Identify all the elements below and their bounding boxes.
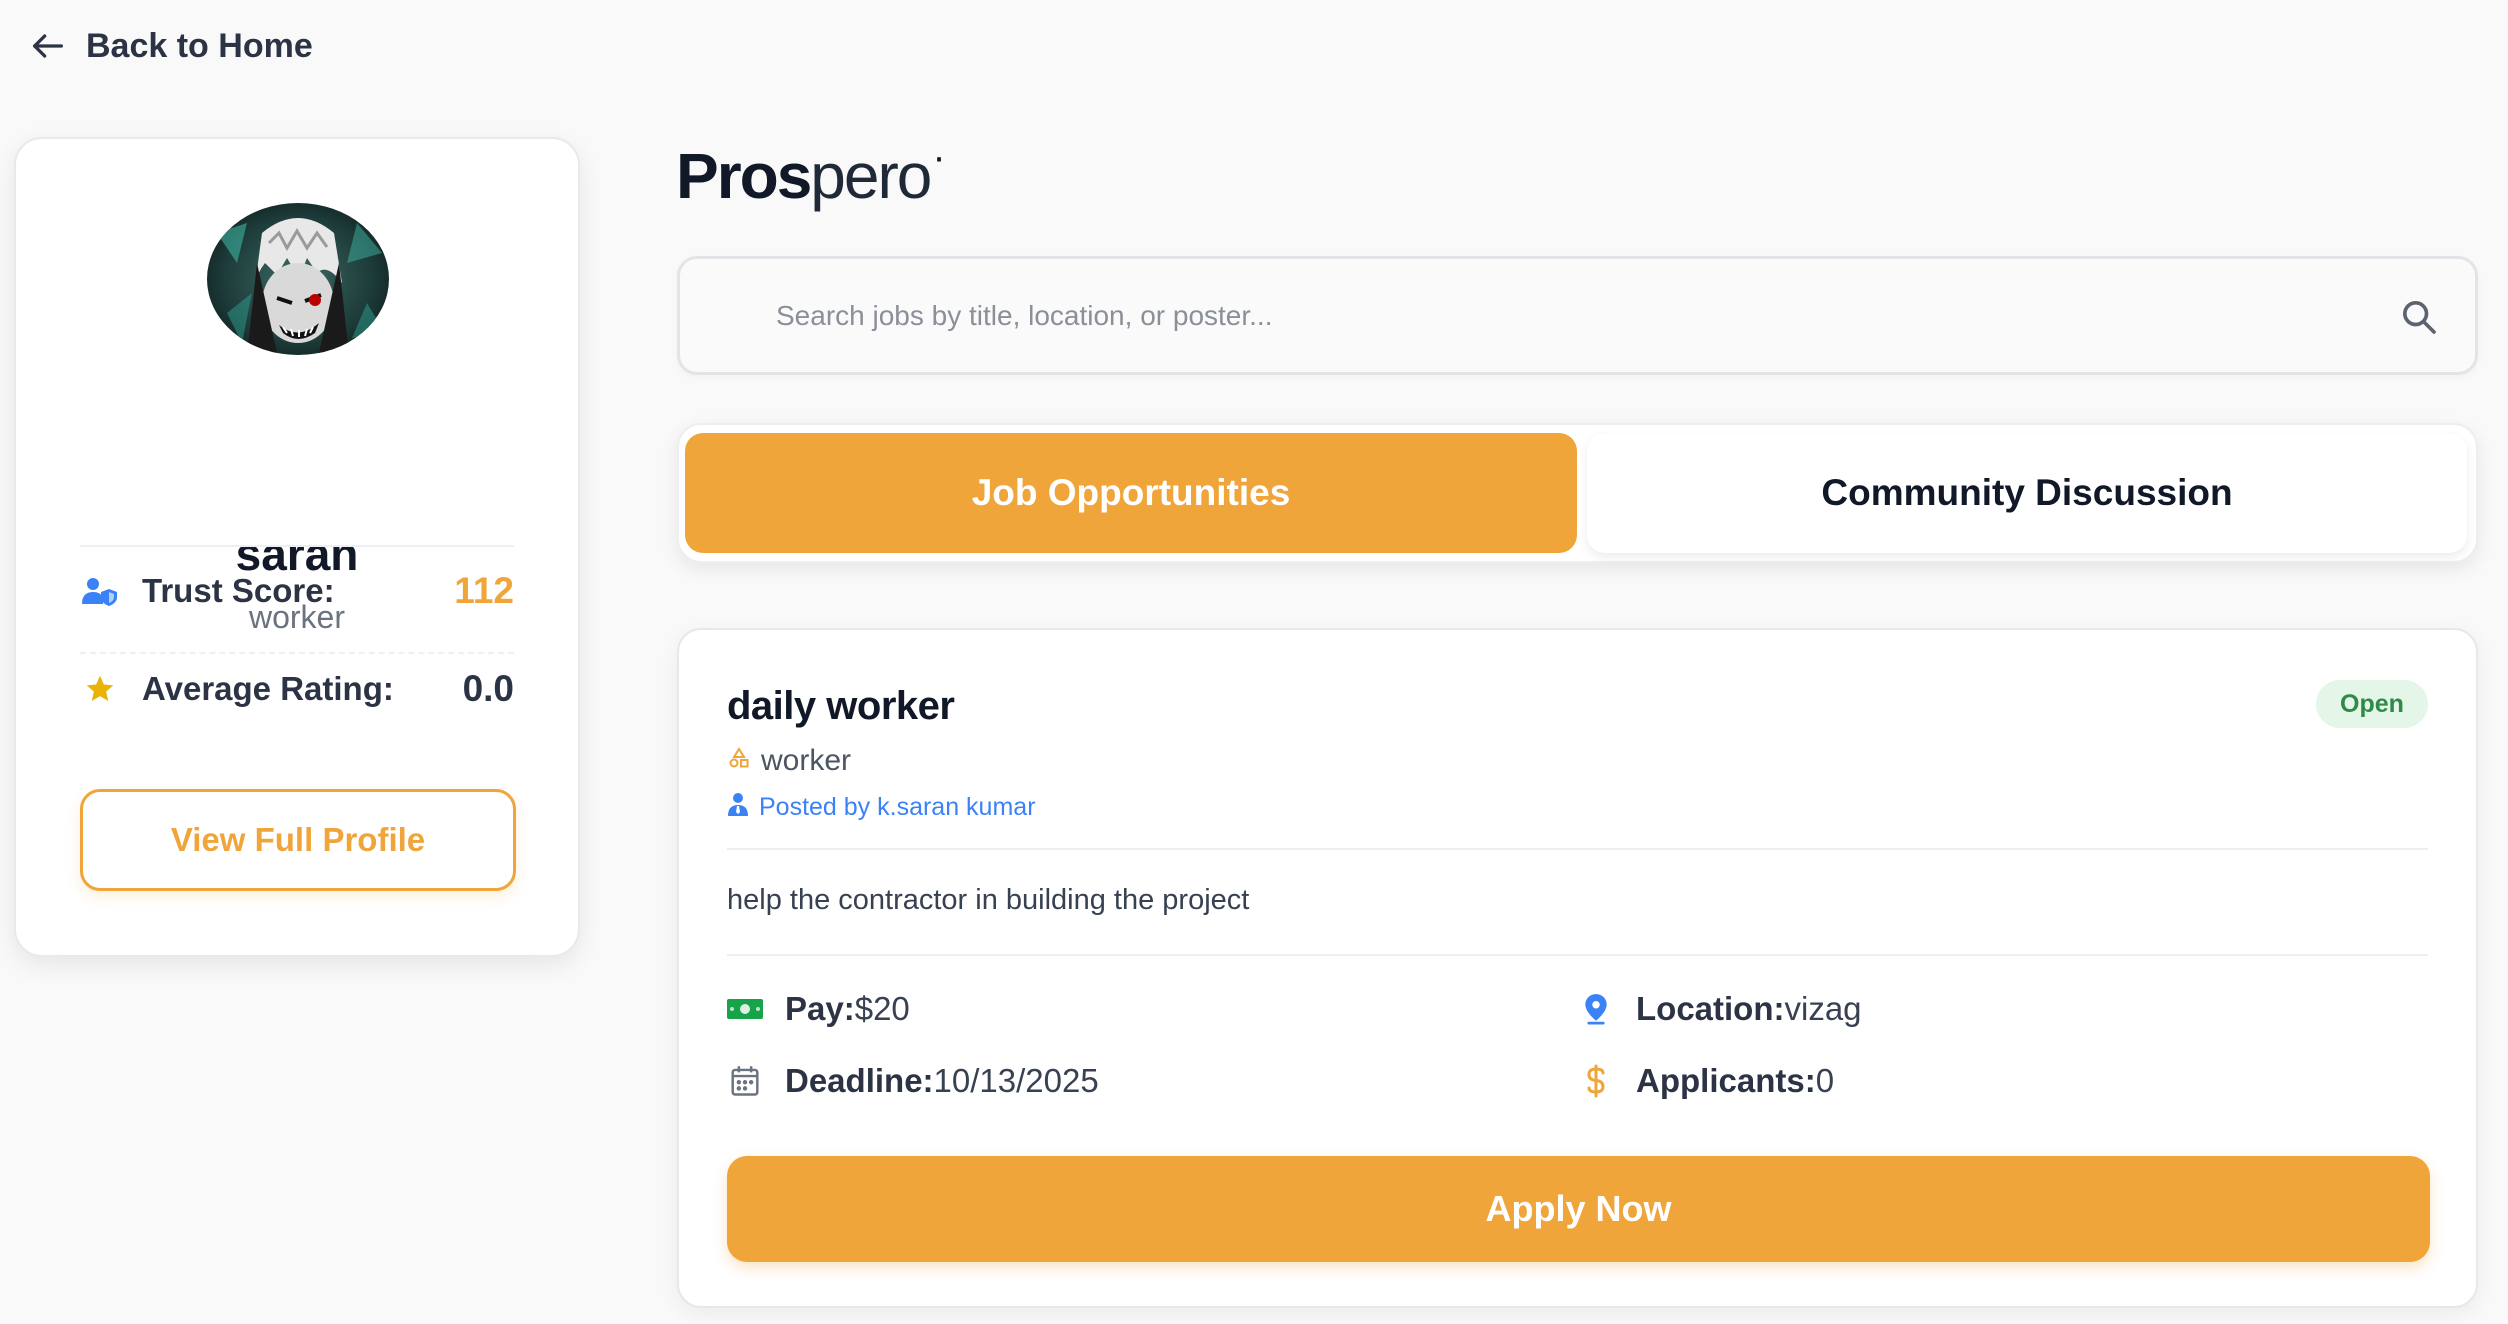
job-location-value: vizag: [1784, 990, 1862, 1027]
logo: Prospero·: [676, 135, 946, 213]
job-poster-label: Posted by k.saran kumar: [759, 793, 1036, 821]
job-divider-top: [727, 848, 2428, 850]
job-applicants: Applicants:0: [1578, 1062, 1834, 1100]
profile-card: saran worker Trust Score: 112 Average Ra…: [14, 137, 580, 957]
back-to-home-link[interactable]: Back to Home: [28, 26, 313, 66]
job-location-label: Location:: [1636, 990, 1785, 1027]
star-icon: [80, 673, 120, 705]
logo-bold-text: Pros: [676, 140, 812, 212]
job-divider-bottom: [727, 954, 2428, 956]
search-bar: [677, 256, 2478, 375]
status-badge: Open: [2316, 680, 2428, 728]
search-input[interactable]: [776, 259, 2336, 372]
apply-now-button[interactable]: Apply Now: [727, 1156, 2430, 1262]
logo-dot: ·: [932, 135, 945, 179]
job-deadline-label: Deadline:: [785, 1062, 934, 1099]
job-location: Location:vizag: [1578, 990, 1862, 1028]
job-category: worker: [727, 744, 851, 778]
dollar-sign-icon: [1578, 1064, 1614, 1098]
avatar[interactable]: [207, 203, 389, 355]
job-pay-value: $20: [854, 990, 910, 1027]
job-deadline-value: 10/13/2025: [933, 1062, 1099, 1099]
job-pay-label: Pay:: [785, 990, 855, 1027]
stat-separator: [80, 652, 514, 654]
average-rating-value: 0.0: [462, 668, 514, 709]
job-poster[interactable]: Posted by k.saran kumar: [727, 792, 1036, 823]
money-bill-icon: [727, 997, 763, 1021]
trust-score-row: Trust Score: 112: [80, 561, 514, 621]
user-shield-icon: [80, 576, 120, 606]
search-icon[interactable]: [2399, 297, 2439, 337]
logo-thin-text: pero: [810, 140, 932, 212]
job-applicants-value: 0: [1815, 1062, 1835, 1099]
tab-bar: Job Opportunities Community Discussion: [677, 423, 2478, 563]
view-full-profile-button[interactable]: View Full Profile: [80, 789, 516, 891]
back-to-home-label: Back to Home: [86, 26, 313, 65]
tab-job-opportunities[interactable]: Job Opportunities: [685, 433, 1577, 553]
trust-score-value: 112: [454, 570, 514, 611]
calendar-icon: [727, 1065, 763, 1097]
tab-community-discussion[interactable]: Community Discussion: [1587, 433, 2467, 553]
job-description: help the contractor in building the proj…: [727, 884, 1250, 916]
trust-score-label: Trust Score:: [142, 572, 335, 609]
job-pay: Pay:$20: [727, 990, 910, 1028]
average-rating-label: Average Rating:: [142, 670, 394, 707]
location-pin-icon: [1578, 993, 1614, 1025]
shapes-icon: [727, 744, 751, 778]
average-rating-row: Average Rating: 0.0: [80, 659, 514, 719]
profile-divider-line: [80, 545, 514, 547]
job-applicants-label: Applicants:: [1636, 1062, 1816, 1099]
job-category-label: worker: [761, 744, 852, 777]
job-deadline: Deadline:10/13/2025: [727, 1062, 1099, 1100]
job-title: daily worker: [727, 684, 955, 728]
job-card: daily worker Open worker Posted by k.sar…: [677, 628, 2478, 1308]
user-tie-icon: [727, 792, 749, 823]
arrow-left-icon: [33, 34, 63, 58]
